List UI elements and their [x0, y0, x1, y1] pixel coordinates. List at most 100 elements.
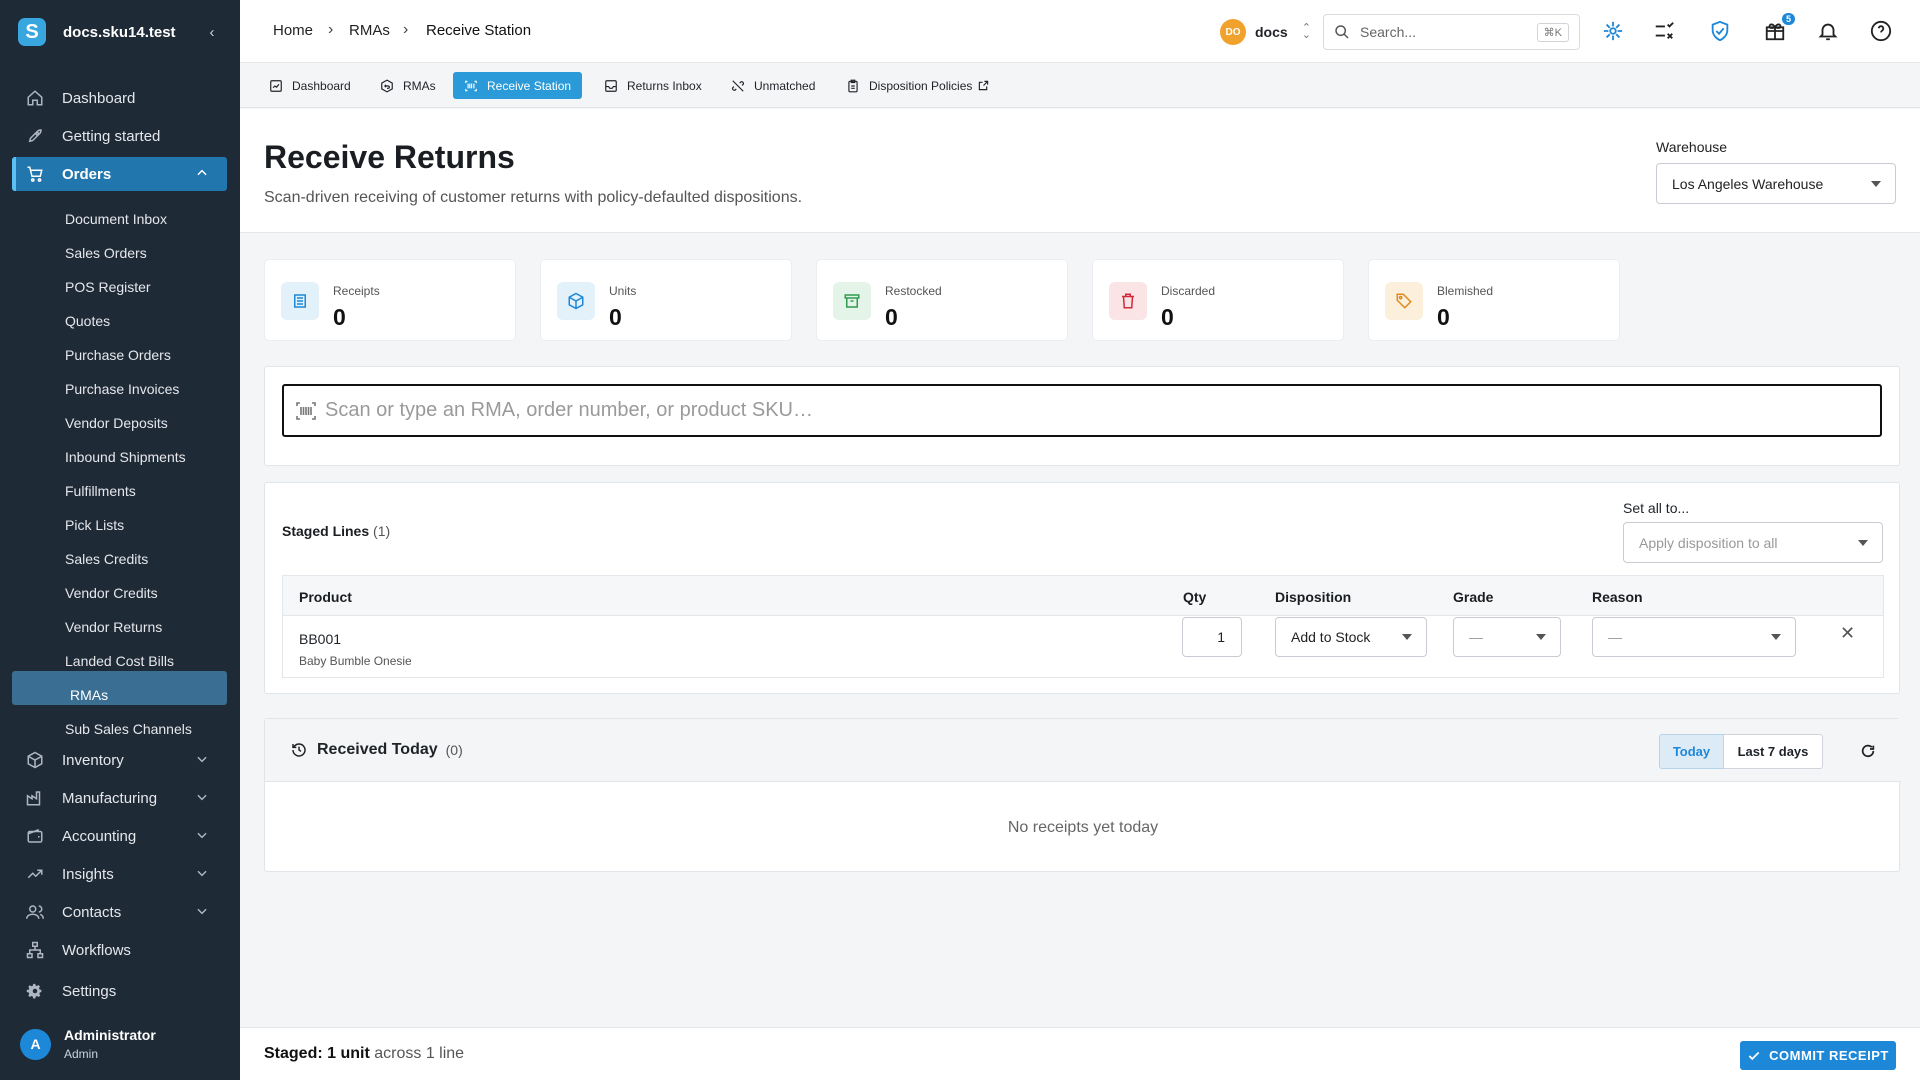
sidebar-subitem-active-bg	[12, 671, 227, 705]
user-role: Admin	[64, 1047, 99, 1061]
org-name[interactable]: docs.sku14.test	[63, 24, 202, 41]
tab-dashboard[interactable]: Dashboard	[258, 72, 362, 99]
chevron-up-icon	[197, 169, 207, 176]
breadcrumb-separator: ›	[403, 21, 409, 38]
sidebar-subitem-sales-orders[interactable]: Sales Orders	[65, 245, 147, 261]
sidebar-subitem-document-inbox[interactable]: Document Inbox	[65, 211, 167, 227]
staged-lines-count: (1)	[373, 523, 391, 539]
sidebar-item-getting-started[interactable]: Getting started	[12, 119, 227, 153]
tab-returns-inbox[interactable]: Returns Inbox	[593, 72, 713, 99]
search-input[interactable]: Search...	[1360, 24, 1416, 40]
reason-value: —	[1608, 629, 1622, 645]
sidebar-subitem-fulfillments[interactable]: Fulfillments	[65, 483, 136, 499]
sidebar-item-orders[interactable]: Orders	[12, 157, 227, 191]
bell-icon[interactable]	[1817, 20, 1839, 42]
sidebar-subitem-pos-register[interactable]: POS Register	[65, 279, 151, 295]
sidebar-subitem-vendor-credits[interactable]: Vendor Credits	[65, 585, 158, 601]
warehouse-select[interactable]: Los Angeles Warehouse	[1656, 163, 1896, 204]
row-product-name: Baby Bumble Onesie	[299, 654, 412, 668]
stat-label: Discarded	[1161, 284, 1216, 298]
trash-icon	[1109, 282, 1147, 320]
sidebar-subitem-sub-sales-channels[interactable]: Sub Sales Channels	[65, 721, 192, 737]
main-content: Receive Returns Scan-driven receiving of…	[240, 109, 1920, 1080]
user-name: Administrator	[64, 1027, 156, 1043]
commit-receipt-button[interactable]: COMMIT RECEIPT	[1740, 1041, 1896, 1070]
cart-icon	[27, 166, 43, 182]
sidebar-subitem-rmas[interactable]: RMAs	[70, 687, 108, 703]
disposition-select[interactable]: Add to Stock	[1275, 617, 1427, 657]
factory-icon	[26, 791, 41, 806]
staged-lines-title: Staged Lines (1)	[282, 523, 391, 539]
chevron-down-icon	[197, 870, 207, 877]
sidebar-item-label: Workflows	[62, 941, 131, 959]
sidebar-item-label: Inventory	[62, 751, 124, 769]
staged-units: 1 unit	[327, 1045, 370, 1062]
sidebar-item-insights[interactable]: Insights	[12, 857, 227, 891]
gear-icon	[26, 983, 42, 999]
reason-select[interactable]: —	[1592, 617, 1796, 657]
range-today-button[interactable]: Today	[1659, 734, 1724, 769]
inbox-icon	[605, 79, 617, 92]
sidebar-item-inventory[interactable]: Inventory	[12, 743, 227, 777]
sidebar-item-label: Dashboard	[62, 89, 136, 107]
shield-icon[interactable]	[1709, 20, 1731, 42]
sidebar-subitem-vendor-returns[interactable]: Vendor Returns	[65, 619, 162, 635]
help-icon[interactable]	[1870, 20, 1892, 42]
stat-value: 0	[609, 304, 622, 330]
sidebar-subitem-sales-credits[interactable]: Sales Credits	[65, 551, 148, 567]
sidebar-subitem-quotes[interactable]: Quotes	[65, 313, 110, 329]
whats-new-button[interactable]: 5	[1764, 13, 1795, 42]
external-link-icon	[979, 80, 989, 91]
scan-input[interactable]: Scan or type an RMA, order number, or pr…	[282, 384, 1882, 437]
breadcrumb-rmas[interactable]: RMAs	[349, 22, 390, 39]
grade-value: —	[1469, 629, 1483, 645]
tab-unmatched[interactable]: Unmatched	[720, 72, 826, 99]
remove-line-icon[interactable]: ✕	[1840, 623, 1855, 644]
sidebar-item-dashboard[interactable]: Dashboard	[12, 81, 227, 115]
breadcrumb-home[interactable]: Home	[273, 22, 313, 39]
page-title: Receive Returns	[264, 139, 515, 175]
sidebar-item-settings[interactable]: Settings	[12, 974, 227, 1008]
caret-down-icon	[1871, 180, 1881, 187]
stat-label: Blemished	[1437, 284, 1494, 298]
tab-receive-station[interactable]: Receive Station	[453, 72, 583, 99]
qty-input[interactable]: 1	[1182, 617, 1242, 657]
collapse-sidebar-icon[interactable]: ‹	[202, 24, 222, 41]
user-profile[interactable]: A Administrator Admin	[20, 1027, 156, 1061]
app-logo[interactable]: S	[18, 18, 46, 46]
sidebar-subitem-vendor-deposits[interactable]: Vendor Deposits	[65, 415, 168, 431]
sidebar-subitem-landed-cost-bills[interactable]: Landed Cost Bills	[65, 653, 174, 669]
search-icon	[1335, 25, 1349, 39]
sidebar-subitem-inbound-shipments[interactable]: Inbound Shipments	[65, 449, 186, 465]
sidebar-subitem-purchase-invoices[interactable]: Purchase Invoices	[65, 381, 179, 397]
page-header: Receive Returns Scan-driven receiving of…	[240, 109, 1920, 233]
sidebar-item-manufacturing[interactable]: Manufacturing	[12, 781, 227, 815]
set-all-disposition-select[interactable]: Apply disposition to all	[1623, 522, 1883, 563]
table-row: BB001 Baby Bumble Onesie 1 Add to Stock …	[282, 615, 1884, 678]
sidebar-subitem-pick-lists[interactable]: Pick Lists	[65, 517, 124, 533]
sidebar-item-accounting[interactable]: Accounting	[12, 819, 227, 853]
received-today-panel: Received Today (0) Today Last 7 days No …	[264, 718, 1901, 872]
sidebar-subitem-purchase-orders[interactable]: Purchase Orders	[65, 347, 171, 363]
grade-select[interactable]: —	[1453, 617, 1561, 657]
scan-panel: Scan or type an RMA, order number, or pr…	[264, 366, 1900, 466]
tab-disposition-policies[interactable]: Disposition Policies	[835, 72, 1000, 99]
users-icon	[26, 905, 44, 919]
sidebar-item-contacts[interactable]: Contacts	[12, 895, 227, 929]
range-last-7-days-button[interactable]: Last 7 days	[1723, 734, 1823, 769]
tab-rmas[interactable]: RMAs	[369, 72, 447, 99]
tab-label: Receive Station	[487, 78, 572, 93]
global-search[interactable]: Search... ⌘K	[1323, 14, 1580, 50]
tasks-icon[interactable]	[1653, 20, 1675, 42]
stat-value: 0	[885, 304, 898, 330]
top-bar: Home › RMAs › Receive Station DO docs ⌃ ⌄…	[240, 0, 1920, 63]
refresh-icon[interactable]	[1860, 743, 1876, 759]
sidebar-item-label: Insights	[62, 865, 114, 883]
account-switcher[interactable]: DO docs ⌃ ⌄	[1220, 19, 1311, 45]
avatar: A	[20, 1028, 51, 1060]
sidebar-item-workflows[interactable]: Workflows	[12, 933, 227, 967]
integrations-icon[interactable]	[1602, 20, 1624, 42]
action-footer: Staged: 1 unit across 1 line COMMIT RECE…	[240, 1027, 1920, 1080]
breadcrumb-current: Receive Station	[426, 22, 532, 39]
stat-label: Receipts	[333, 284, 380, 298]
